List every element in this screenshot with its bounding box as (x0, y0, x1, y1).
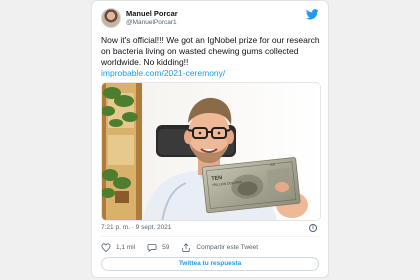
divider (101, 236, 319, 237)
like-action[interactable]: 1,1 mil (101, 242, 136, 252)
reply-count: 59 (162, 243, 170, 251)
reply-action[interactable]: 59 (147, 243, 169, 252)
tweet-link[interactable]: improbable.com/2021-ceremony/ (101, 68, 323, 79)
banknote-top-text: TEN (211, 175, 223, 182)
share-action[interactable]: Compartir este Tweet (181, 242, 259, 252)
reply-button[interactable]: Twittea tu respuesta (101, 257, 319, 271)
tweet-photo-image: TEN TRILLION DOLLARS AA (102, 83, 320, 220)
author-handle[interactable]: @ManuelPorcar1 (126, 19, 177, 27)
twitter-bird-icon[interactable] (306, 9, 319, 20)
share-label: Compartir este Tweet (196, 243, 259, 251)
author-name[interactable]: Manuel Porcar (126, 9, 178, 18)
share-icon (182, 242, 191, 252)
reply-icon (147, 243, 157, 252)
tweet-body: Now it's official!!! We got an IgNobel p… (101, 35, 320, 67)
tweet-photo[interactable]: TEN TRILLION DOLLARS AA (101, 82, 321, 221)
tweet-card[interactable]: Manuel Porcar @ManuelPorcar1 Now it's of… (91, 0, 329, 278)
info-icon[interactable]: i (309, 224, 317, 232)
avatar[interactable] (101, 8, 121, 28)
page: Manuel Porcar @ManuelPorcar1 Now it's of… (0, 0, 420, 280)
heart-icon (101, 242, 111, 252)
tweet-text: Now it's official!!! We got an IgNobel p… (101, 35, 323, 79)
like-count: 1,1 mil (116, 243, 136, 251)
tweet-timestamp[interactable]: 7:21 p. m. · 9 sept. 2021 (101, 224, 171, 231)
tweet-actions: 1,1 mil 59 Compartir este Tweet (101, 241, 270, 253)
